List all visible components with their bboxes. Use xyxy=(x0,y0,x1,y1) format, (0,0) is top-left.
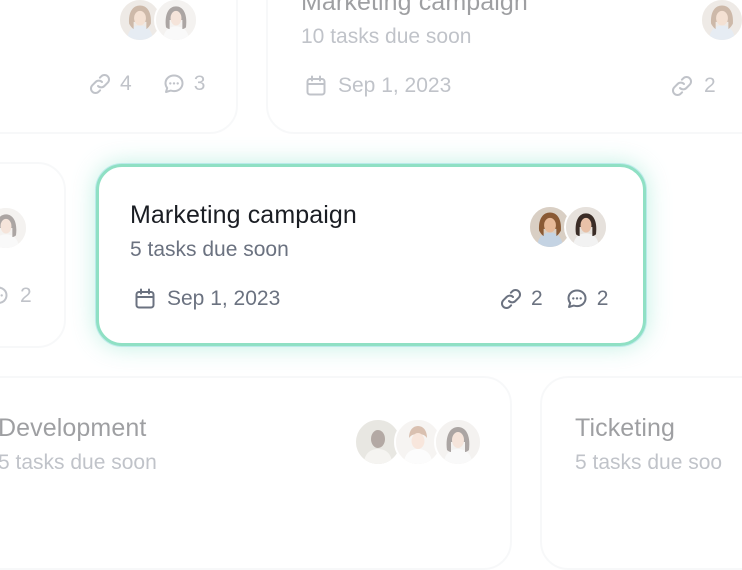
comment-icon xyxy=(0,284,10,308)
comment-count: 3 xyxy=(193,72,206,95)
card-counts: 2 xyxy=(670,74,716,98)
link-icon xyxy=(670,74,694,98)
calendar-icon xyxy=(304,74,328,98)
task-card-marketing-campaign[interactable]: Marketing campaign 5 tasks due soon Sep … xyxy=(96,164,646,346)
card-due-date: Sep 1, 2023 xyxy=(133,287,280,311)
due-date: Sep 1, 2023 xyxy=(338,74,452,97)
assignee-avatars xyxy=(0,206,28,250)
card-subtitle: 5 tasks due soon xyxy=(0,451,157,474)
card-subtitle: 5 tasks due soon xyxy=(130,238,289,261)
task-card-top-left[interactable]: 4 3 xyxy=(0,0,238,134)
avatar xyxy=(0,206,28,250)
avatar xyxy=(154,0,198,42)
due-date: Sep 1, 2023 xyxy=(167,287,281,310)
card-title: Development xyxy=(0,414,147,442)
link-count: 2 xyxy=(531,287,543,310)
card-title: Marketing campaign xyxy=(130,201,357,229)
assignee-avatars xyxy=(700,0,742,42)
avatar xyxy=(434,418,482,466)
card-title: Ticketing xyxy=(575,414,676,442)
link-count: 4 xyxy=(120,72,132,95)
assignee-avatars xyxy=(118,0,198,42)
avatar xyxy=(564,205,608,249)
calendar-icon xyxy=(133,287,157,311)
task-card-top-right[interactable]: Marketing campaign 10 tasks due soon Sep… xyxy=(266,0,742,134)
card-counts: 4 3 xyxy=(88,72,205,96)
task-card-ticketing[interactable]: Ticketing 5 tasks due soo xyxy=(540,376,742,570)
card-counts: 2 2 xyxy=(499,287,608,311)
card-counts: 2 xyxy=(0,284,32,308)
avatar xyxy=(700,0,742,42)
link-icon xyxy=(499,287,523,311)
comment-icon xyxy=(162,72,186,96)
assignee-avatars xyxy=(354,418,482,466)
assignee-avatars[interactable] xyxy=(528,205,608,249)
card-due-date: Sep 1, 2023 xyxy=(304,74,451,98)
task-card-development[interactable]: Development 5 tasks due soon xyxy=(0,376,512,570)
comment-count: 2 xyxy=(596,287,609,310)
links-counter[interactable]: 2 xyxy=(499,287,543,311)
comments-counter[interactable]: 2 xyxy=(565,287,609,311)
card-title: Marketing campaign xyxy=(301,0,528,16)
comment-icon xyxy=(565,287,589,311)
card-subtitle: 5 tasks due soo xyxy=(575,451,723,474)
comment-count: 2 xyxy=(20,284,32,307)
card-subtitle: 10 tasks due soon xyxy=(301,25,472,48)
task-card-mid-left[interactable]: 2 xyxy=(0,162,66,348)
link-count: 2 xyxy=(704,74,716,97)
link-icon xyxy=(88,72,112,96)
